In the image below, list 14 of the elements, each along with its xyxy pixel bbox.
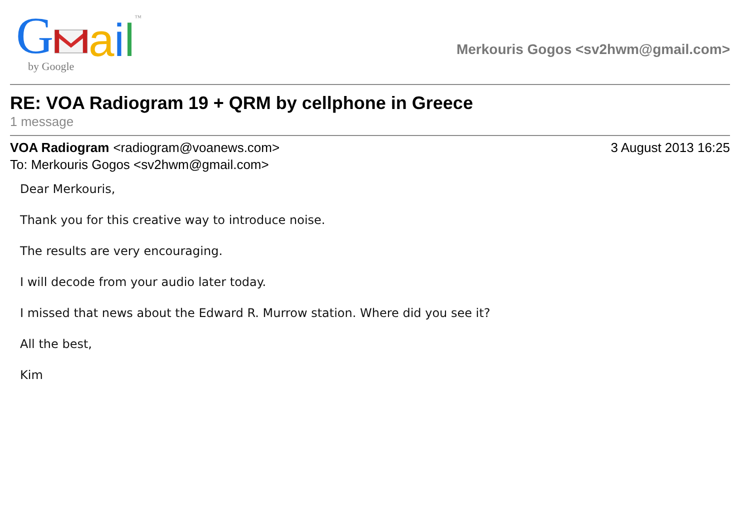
message-count: 1 message — [10, 114, 74, 129]
account-name: Merkouris Gogos <sv2hwm@gmail.com> — [456, 41, 730, 57]
sender-name: VOA Radiogram — [10, 140, 110, 155]
recipient-line: To: Merkouris Gogos <sv2hwm@gmail.com> — [10, 157, 269, 172]
body-paragraph: I will decode from your audio later today. — [20, 275, 266, 289]
body-paragraph: I missed that news about the Edward R. Murrow station. Where did you see it? — [20, 306, 490, 320]
message-date: 3 August 2013 16:25 — [610, 140, 730, 155]
sender-address: <radiogram@voanews.com> — [113, 140, 280, 155]
body-paragraph: Thank you for this creative way to introduce noise. — [20, 213, 326, 227]
body-paragraph: Kim — [20, 368, 43, 382]
body-paragraph: All the best, — [20, 337, 92, 351]
body-paragraph: Dear Merkouris, — [20, 182, 116, 196]
subject-title: RE: VOA Radiogram 19 + QRM by cellphone in Greece — [10, 93, 473, 114]
body-paragraph: The results are very encouraging. — [20, 244, 223, 258]
